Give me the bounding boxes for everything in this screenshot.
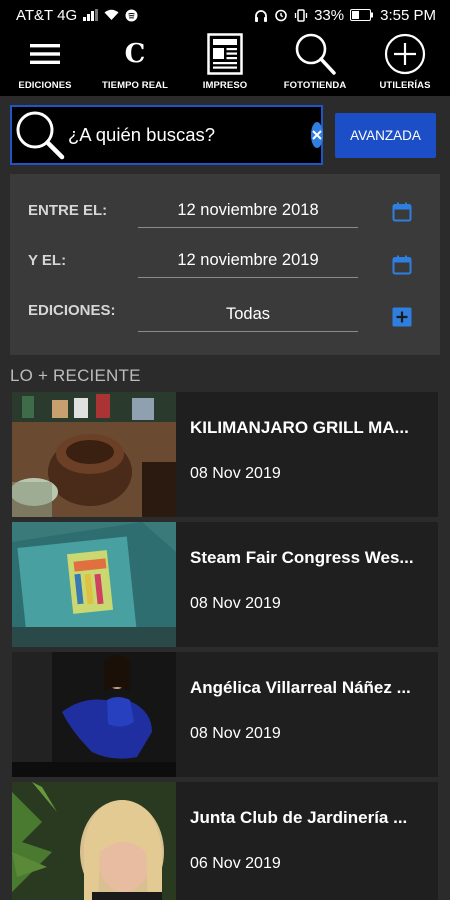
- clear-search-button[interactable]: [311, 122, 323, 148]
- list-item[interactable]: Angélica Villarreal Náñez ... 08 Nov 201…: [12, 652, 438, 777]
- plus-circle-icon: [383, 33, 427, 75]
- clock: 3:55 PM: [380, 6, 436, 24]
- add-edition-button[interactable]: [391, 306, 413, 328]
- news-date: 08 Nov 2019: [190, 595, 281, 612]
- search-icon: [293, 33, 337, 75]
- section-title-recent: LO + RECIENTE: [10, 366, 141, 385]
- recent-news-list[interactable]: KILIMANJARO GRILL MA... 08 Nov 2019 Stea…: [10, 392, 440, 900]
- list-item[interactable]: Steam Fair Congress Wes... 08 Nov 2019: [12, 522, 438, 647]
- calendar-icon: [392, 255, 412, 275]
- news-date: 08 Nov 2019: [190, 465, 281, 482]
- news-thumbnail: [12, 522, 176, 647]
- plus-square-icon: [392, 307, 412, 327]
- news-date: 08 Nov 2019: [190, 725, 281, 742]
- c-letter-glyph: C: [124, 39, 146, 69]
- list-item[interactable]: KILIMANJARO GRILL MA... 08 Nov 2019: [12, 392, 438, 517]
- calendar-icon: [392, 202, 412, 222]
- filter-row-editions: EDICIONES: Todas: [10, 292, 440, 332]
- from-label: ENTRE EL:: [28, 202, 108, 219]
- hamburger-menu-icon: [23, 34, 67, 74]
- nav-impreso-label: IMPRESO: [202, 80, 248, 91]
- top-navigation: EDICIONES C TIEMPO REAL IMPRESO FOTOTIEN…: [0, 30, 450, 96]
- search-magnifier-icon: [12, 107, 68, 163]
- news-title: Steam Fair Congress Wes...: [190, 548, 414, 567]
- news-thumbnail: [12, 782, 176, 900]
- signal-icon: [83, 9, 99, 21]
- nav-tiempo-real[interactable]: C TIEMPO REAL: [90, 30, 180, 96]
- status-bar: AT&T 4G 33% 3:55 PM: [0, 0, 450, 30]
- battery-icon: [350, 9, 374, 21]
- advanced-search-button[interactable]: AVANZADA: [335, 113, 436, 158]
- news-thumbnail: [12, 392, 176, 517]
- from-calendar-button[interactable]: [391, 201, 413, 223]
- date-filter-panel: ENTRE EL: 12 noviembre 2018 Y EL: 12 nov…: [10, 174, 440, 355]
- vibrate-icon: [294, 8, 308, 22]
- editions-select[interactable]: Todas: [138, 302, 358, 332]
- search-input[interactable]: [68, 124, 311, 146]
- news-thumbnail: [12, 652, 176, 777]
- editions-label: EDICIONES:: [28, 302, 116, 319]
- list-item[interactable]: Junta Club de Jardinería ... 06 Nov 2019: [12, 782, 438, 900]
- nav-impreso[interactable]: IMPRESO: [180, 30, 270, 96]
- search-box: [10, 105, 323, 165]
- nav-fototienda-label: FOTOTIENDA: [283, 80, 347, 91]
- nav-ediciones[interactable]: EDICIONES: [0, 30, 90, 96]
- to-label: Y EL:: [28, 252, 67, 269]
- c-letter-icon: C: [113, 34, 157, 74]
- nav-tiempo-real-label: TIEMPO REAL: [101, 80, 169, 91]
- nav-fototienda[interactable]: FOTOTIENDA: [270, 30, 360, 96]
- news-date: 06 Nov 2019: [190, 855, 281, 872]
- close-icon: [312, 130, 322, 140]
- filter-row-from: ENTRE EL: 12 noviembre 2018: [10, 192, 440, 232]
- alarm-icon: [275, 9, 287, 22]
- search-row: AVANZADA: [0, 96, 450, 172]
- news-title: Junta Club de Jardinería ...: [190, 808, 408, 827]
- filter-row-to: Y EL: 12 noviembre 2019: [10, 242, 440, 282]
- newspaper-icon: [203, 33, 247, 75]
- nav-utilerias[interactable]: UTILERÍAS: [360, 30, 450, 96]
- headphones-icon: [255, 9, 268, 22]
- carrier-label: AT&T 4G: [16, 6, 78, 24]
- to-calendar-button[interactable]: [391, 254, 413, 276]
- wifi-icon: [104, 9, 119, 20]
- news-title: KILIMANJARO GRILL MA...: [190, 418, 409, 437]
- to-date-field[interactable]: 12 noviembre 2019: [138, 248, 358, 278]
- nav-utilerias-label: UTILERÍAS: [379, 80, 431, 91]
- notification-icon: [125, 9, 138, 21]
- news-title: Angélica Villarreal Náñez ...: [190, 678, 411, 697]
- from-date-field[interactable]: 12 noviembre 2018: [138, 198, 358, 228]
- nav-ediciones-label: EDICIONES: [18, 80, 72, 91]
- battery-percent: 33%: [314, 6, 345, 24]
